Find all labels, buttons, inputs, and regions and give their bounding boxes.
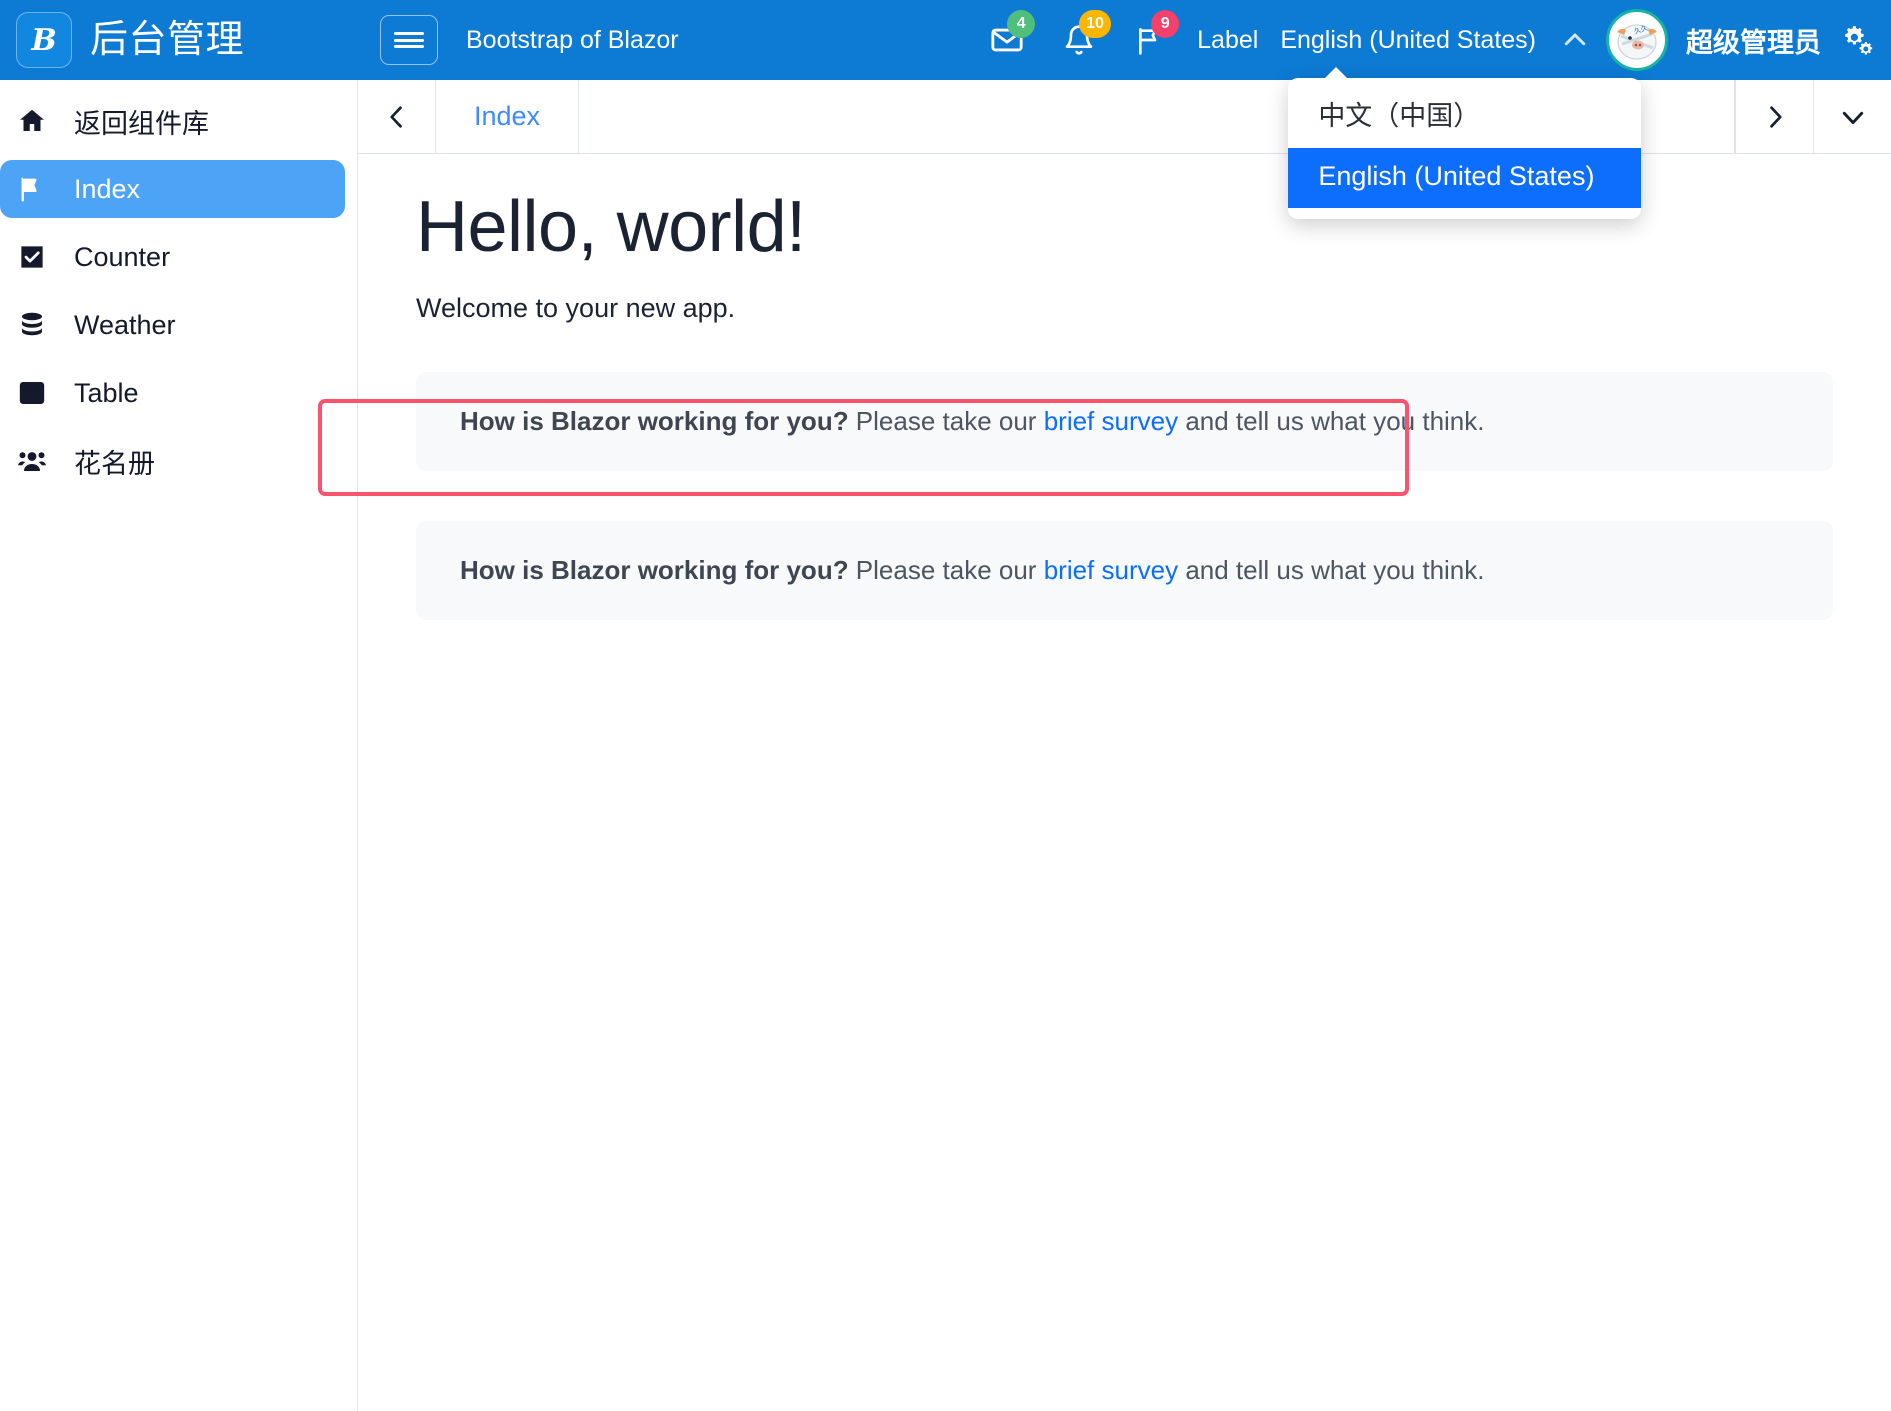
survey-question: How is Blazor working for you? bbox=[460, 406, 849, 436]
bell-icon[interactable]: 10 bbox=[1059, 19, 1099, 61]
brand-block[interactable]: B 后台管理 bbox=[0, 0, 358, 80]
mail-icon[interactable]: 4 bbox=[987, 19, 1027, 61]
survey-question: How is Blazor working for you? bbox=[460, 555, 849, 585]
hamburger-bar bbox=[394, 32, 424, 35]
header-icon-group: 4 10 9 bbox=[987, 19, 1171, 61]
language-menu-item-zh[interactable]: 中文（中国） bbox=[1288, 88, 1641, 148]
sidebar-item-label: Table bbox=[74, 378, 139, 409]
header-right-section: Bootstrap of Blazor 4 10 bbox=[358, 0, 1891, 80]
sidebar-item-label: Index bbox=[74, 174, 140, 205]
sidebar-item-weather[interactable]: Weather bbox=[0, 296, 345, 354]
navbar-brand-text: Bootstrap of Blazor bbox=[466, 26, 679, 55]
page-content: Hello, world! Welcome to your new app. H… bbox=[358, 154, 1891, 1411]
chevron-right-icon[interactable] bbox=[1735, 80, 1813, 153]
flag-badge: 9 bbox=[1151, 10, 1179, 38]
user-name-label: 超级管理员 bbox=[1686, 21, 1821, 60]
user-avatar-image[interactable]: 久久 bbox=[1606, 9, 1668, 71]
sidebar-item-label: Weather bbox=[74, 310, 176, 341]
bell-badge: 10 bbox=[1079, 10, 1111, 38]
sidebar-nav: 返回组件库 Index Counter bbox=[0, 80, 358, 1411]
brand-title: 后台管理 bbox=[90, 21, 244, 59]
blazor-b-logo-icon: B bbox=[16, 12, 72, 68]
top-header: B 后台管理 Bootstrap of Blazor bbox=[0, 0, 1891, 80]
users-icon bbox=[16, 445, 48, 477]
flag-icon[interactable]: 9 bbox=[1131, 19, 1171, 61]
brief-survey-link[interactable]: brief survey bbox=[1044, 555, 1178, 585]
body-wrapper: 返回组件库 Index Counter bbox=[0, 80, 1891, 1411]
database-icon bbox=[16, 309, 48, 341]
survey-before-link: Please take our bbox=[849, 555, 1044, 585]
survey-after-link: and tell us what you think. bbox=[1178, 406, 1484, 436]
sidebar-item-label: 返回组件库 bbox=[74, 102, 209, 141]
tab-index[interactable]: Index bbox=[436, 80, 579, 153]
sidebar-item-back-to-library[interactable]: 返回组件库 bbox=[0, 92, 345, 150]
language-menu-item-en[interactable]: English (United States) bbox=[1288, 148, 1641, 208]
survey-after-link: and tell us what you think. bbox=[1178, 555, 1484, 585]
language-dropdown[interactable]: English (United States) 中文（中国） English (… bbox=[1280, 0, 1536, 80]
language-current-value[interactable]: English (United States) bbox=[1280, 26, 1536, 55]
sidebar-item-roster[interactable]: 花名册 bbox=[0, 432, 345, 490]
sidebar-item-label: 花名册 bbox=[74, 442, 155, 481]
survey-before-link: Please take our bbox=[849, 406, 1044, 436]
page-subtitle: Welcome to your new app. bbox=[416, 293, 1833, 324]
chevron-left-icon[interactable] bbox=[358, 80, 436, 153]
hamburger-bar bbox=[394, 39, 424, 42]
sidebar-item-index[interactable]: Index bbox=[0, 160, 345, 218]
chevron-down-icon[interactable] bbox=[1813, 80, 1891, 153]
home-icon bbox=[16, 105, 48, 137]
sidebar-item-counter[interactable]: Counter bbox=[0, 228, 345, 286]
main-column: Index Hello, world! Welcome to your new … bbox=[358, 80, 1891, 1411]
brief-survey-link[interactable]: brief survey bbox=[1044, 406, 1178, 436]
sidebar-item-table[interactable]: Table bbox=[0, 364, 345, 422]
hamburger-bar bbox=[394, 45, 424, 48]
chevron-up-icon[interactable] bbox=[1558, 23, 1592, 57]
table-icon bbox=[16, 377, 48, 409]
hamburger-menu-icon[interactable] bbox=[380, 15, 438, 65]
sidebar-item-label: Counter bbox=[74, 242, 170, 273]
gears-icon[interactable] bbox=[1837, 20, 1877, 60]
survey-alert-second: How is Blazor working for you? Please ta… bbox=[416, 521, 1833, 620]
app-root: B 后台管理 Bootstrap of Blazor bbox=[0, 0, 1891, 1411]
flag-icon bbox=[16, 173, 48, 205]
check-square-icon bbox=[16, 241, 48, 273]
survey-alert-first: How is Blazor working for you? Please ta… bbox=[416, 372, 1833, 471]
language-dropdown-menu: 中文（中国） English (United States) bbox=[1288, 78, 1641, 219]
mail-badge: 4 bbox=[1007, 10, 1035, 38]
svg-text:B: B bbox=[30, 23, 56, 58]
tab-bar: Index bbox=[358, 80, 1891, 154]
header-label-text: Label bbox=[1197, 26, 1258, 55]
